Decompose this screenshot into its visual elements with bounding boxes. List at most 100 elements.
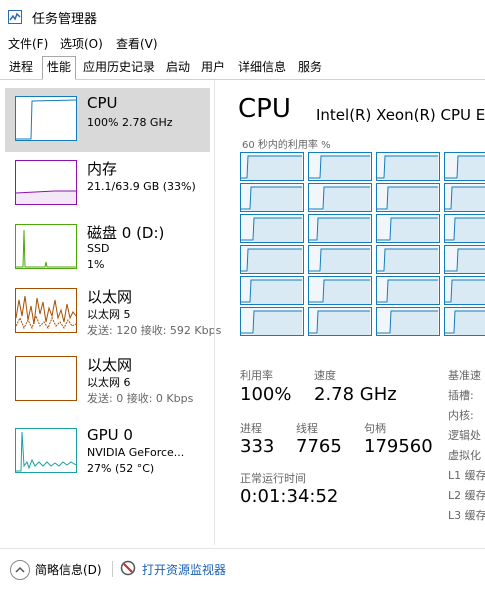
core-graph: [308, 214, 372, 243]
l2-cache-label: L2 缓存: [448, 489, 485, 502]
fewer-details-link[interactable]: 简略信息(D): [35, 561, 102, 578]
resource-ethernet-5[interactable]: 以太网 以太网 5 发送: 120 接收: 592 Kbps: [5, 280, 221, 344]
resource-ethernet-6-throughput: 发送: 0 接收: 0 Kbps: [87, 392, 194, 405]
handles-value: 179560: [364, 436, 433, 457]
l3-cache-label: L3 缓存: [448, 509, 485, 522]
resource-ethernet-5-title: 以太网: [87, 288, 133, 306]
processes-value: 333: [240, 436, 275, 457]
resource-ethernet-6[interactable]: 以太网 以太网 6 发送: 0 接收: 0 Kbps: [5, 348, 210, 412]
resource-disk[interactable]: 磁盘 0 (D:) SSD 1%: [5, 216, 210, 280]
sockets-label: 插槽:: [448, 389, 474, 402]
core-graph: [444, 276, 485, 305]
open-resource-monitor-link[interactable]: 打开资源监视器: [142, 561, 226, 578]
resource-memory-title: 内存: [87, 160, 118, 178]
disk-thumbnail-graph: [15, 224, 77, 269]
resource-ethernet-5-adapter: 以太网 5: [87, 308, 131, 321]
pane-divider[interactable]: [214, 80, 215, 545]
resource-list: CPU 100% 2.78 GHz 内存 21.1/63.9 GB (33%) …: [0, 80, 221, 540]
l1-cache-label: L1 缓存: [448, 469, 485, 482]
resource-monitor-icon[interactable]: [120, 560, 136, 576]
task-manager-icon: [8, 9, 22, 24]
resource-ethernet-5-throughput: 发送: 120 接收: 592 Kbps: [87, 324, 222, 337]
resource-memory-usage: 21.1/63.9 GB (33%): [87, 180, 196, 193]
core-graph: [376, 245, 440, 274]
menu-view[interactable]: 查看(V): [116, 35, 158, 52]
core-graph: [376, 183, 440, 212]
core-graph: [240, 307, 304, 336]
core-graph: [240, 276, 304, 305]
menu-bar: 文件(F) 选项(O) 查看(V): [0, 33, 485, 53]
resource-gpu-model: NVIDIA GeForce...: [87, 446, 185, 459]
resource-ethernet-6-adapter: 以太网 6: [87, 376, 131, 389]
resource-memory[interactable]: 内存 21.1/63.9 GB (33%): [5, 152, 210, 216]
core-graph: [444, 307, 485, 336]
core-graph: [240, 183, 304, 212]
core-graph: [308, 276, 372, 305]
core-graph: [444, 214, 485, 243]
tab-users[interactable]: 用户: [198, 57, 228, 77]
window-title: 任务管理器: [32, 12, 98, 27]
uptime-value: 0:01:34:52: [240, 486, 339, 507]
memory-thumbnail-graph: [15, 160, 77, 205]
tab-startup[interactable]: 启动: [162, 57, 194, 77]
resource-gpu[interactable]: GPU 0 NVIDIA GeForce... 27% (52 °C): [5, 420, 210, 484]
threads-value: 7765: [296, 436, 342, 457]
footer-bar: 简略信息(D) 打开资源监视器: [0, 548, 485, 594]
resource-disk-type: SSD: [87, 242, 110, 255]
chevron-up-icon[interactable]: [10, 560, 30, 580]
core-graph: [308, 183, 372, 212]
core-graph: [308, 307, 372, 336]
ethernet-5-thumbnail-graph: [15, 288, 77, 333]
threads-label: 线程: [296, 422, 318, 435]
logical-processors-label: 逻辑处: [448, 429, 481, 442]
cpu-detail-panel: CPU Intel(R) Xeon(R) CPU E 60 秒内的利用率 % 利…: [218, 80, 485, 545]
resource-cpu-usage: 100% 2.78 GHz: [87, 116, 173, 129]
speed-value: 2.78 GHz: [314, 384, 397, 405]
resource-disk-usage: 1%: [87, 258, 105, 271]
cpu-thumbnail-graph: [15, 96, 77, 141]
ethernet-6-thumbnail-graph: [15, 356, 77, 401]
utilization-label: 利用率: [240, 369, 273, 382]
utilization-value: 100%: [240, 384, 292, 405]
virtualization-label: 虚拟化: [448, 449, 481, 462]
resource-disk-title: 磁盘 0 (D:): [87, 224, 165, 242]
processes-label: 进程: [240, 422, 262, 435]
tab-bar: 进程 性能 应用历史记录 启动 用户 详细信息 服务: [0, 55, 485, 80]
utilization-graph-label: 60 秒内的利用率 %: [242, 140, 331, 151]
footer-separator: [112, 561, 113, 577]
core-graph: [240, 214, 304, 243]
tab-details[interactable]: 详细信息: [234, 57, 290, 77]
speed-label: 速度: [314, 369, 336, 382]
base-speed-label: 基准速: [448, 369, 481, 382]
title-bar: 任务管理器: [0, 0, 485, 32]
resource-gpu-usage: 27% (52 °C): [87, 462, 155, 475]
resource-ethernet-6-title: 以太网: [87, 356, 133, 374]
core-graph: [240, 245, 304, 274]
tab-services[interactable]: 服务: [294, 57, 326, 77]
uptime-label: 正常运行时间: [240, 472, 306, 485]
core-graph: [376, 214, 440, 243]
core-graph: [308, 245, 372, 274]
cpu-heading: CPU: [238, 94, 291, 124]
tab-performance[interactable]: 性能: [42, 56, 76, 80]
core-graph: [376, 276, 440, 305]
resource-cpu[interactable]: CPU 100% 2.78 GHz: [5, 88, 210, 152]
core-graph: [444, 245, 485, 274]
menu-options[interactable]: 选项(O): [60, 35, 103, 52]
core-graph: [376, 152, 440, 181]
resource-gpu-title: GPU 0: [87, 426, 133, 444]
handles-label: 句柄: [364, 422, 386, 435]
cores-label: 内核:: [448, 409, 474, 422]
tab-processes[interactable]: 进程: [6, 57, 36, 77]
menu-file[interactable]: 文件(F): [8, 35, 48, 52]
core-graph: [444, 183, 485, 212]
core-graph: [376, 307, 440, 336]
core-graph: [308, 152, 372, 181]
resource-cpu-title: CPU: [87, 94, 118, 112]
tab-app-history[interactable]: 应用历史记录: [80, 57, 158, 77]
gpu-thumbnail-graph: [15, 428, 77, 473]
core-graph: [444, 152, 485, 181]
cpu-model: Intel(R) Xeon(R) CPU E: [316, 106, 485, 124]
core-utilization-grid: [240, 152, 485, 340]
core-graph: [240, 152, 304, 181]
